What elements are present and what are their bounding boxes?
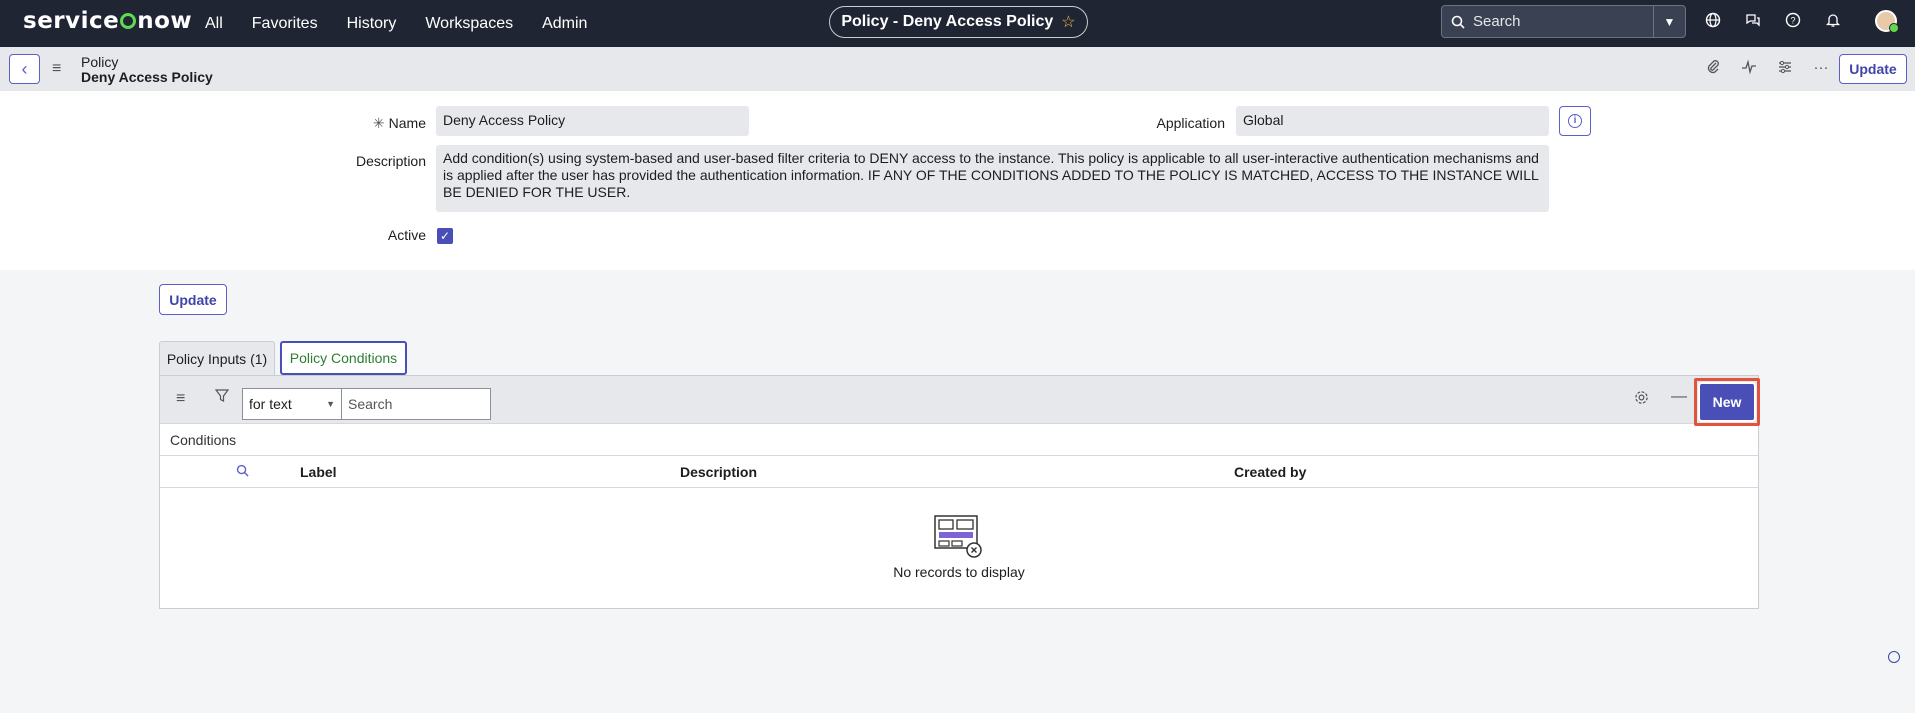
list-menu-icon[interactable]: ≡	[176, 390, 185, 408]
svg-text:?: ?	[1790, 16, 1795, 26]
conditions-list: ≡ for text ▼ Search — New Conditions Lab…	[159, 375, 1760, 609]
column-header-label[interactable]: Label	[300, 464, 337, 480]
tab-policy-conditions[interactable]: Policy Conditions	[280, 341, 407, 375]
help-icon[interactable]: ?	[1783, 10, 1803, 30]
attachment-icon[interactable]	[1704, 59, 1722, 79]
list-search-input[interactable]: Search	[341, 388, 491, 420]
nav-admin[interactable]: Admin	[542, 15, 587, 33]
update-button-header[interactable]: Update	[1839, 54, 1907, 84]
record-name: Deny Access Policy	[81, 69, 213, 85]
settings-sliders-icon[interactable]	[1776, 59, 1794, 79]
column-header-created-by[interactable]: Created by	[1234, 464, 1306, 480]
servicenow-logo[interactable]: service now	[23, 8, 192, 34]
back-button[interactable]: ‹	[9, 54, 40, 84]
name-field[interactable]: Deny Access Policy	[436, 106, 749, 136]
list-column-headers: Label Description Created by	[160, 455, 1758, 488]
nav-favorites[interactable]: Favorites	[252, 15, 318, 33]
empty-state-text: No records to display	[893, 564, 1025, 580]
application-info-button[interactable]: i	[1559, 106, 1591, 136]
response-time-icon[interactable]	[1888, 651, 1900, 663]
list-toolbar: ≡ for text ▼ Search — New	[160, 376, 1760, 426]
activity-icon[interactable]	[1740, 59, 1758, 79]
select-caret-icon: ▼	[326, 399, 335, 409]
more-options-icon[interactable]: ···	[1812, 59, 1830, 79]
name-label: ✳ Name	[372, 115, 426, 131]
new-button[interactable]: New	[1698, 382, 1756, 422]
nav-history[interactable]: History	[347, 15, 397, 33]
nav-workspaces[interactable]: Workspaces	[425, 15, 513, 33]
nav-all[interactable]: All	[205, 15, 223, 33]
global-search[interactable]: Search ▼	[1441, 5, 1686, 38]
search-dropdown-icon[interactable]: ▼	[1653, 6, 1685, 37]
chat-icon[interactable]	[1743, 10, 1763, 30]
context-menu-icon[interactable]: ≡	[52, 60, 61, 78]
application-label: Application	[1156, 115, 1226, 131]
global-search-input[interactable]: Search	[1473, 13, 1521, 30]
collapse-list-icon[interactable]: —	[1671, 388, 1687, 406]
application-field[interactable]: Global	[1236, 106, 1549, 136]
user-avatar[interactable]	[1875, 10, 1899, 33]
policy-form: ✳ Name Deny Access Policy Application Glo…	[0, 91, 1915, 270]
list-settings-gear-icon[interactable]	[1634, 390, 1649, 409]
notifications-bell-icon[interactable]	[1823, 10, 1843, 30]
globe-icon[interactable]	[1703, 10, 1723, 30]
tab-policy-inputs[interactable]: Policy Inputs (1)	[159, 341, 275, 375]
record-title-pill[interactable]: Policy - Deny Access Policy ☆	[829, 6, 1088, 38]
chevron-left-icon: ‹	[21, 58, 28, 79]
description-field[interactable]: Add condition(s) using system-based and …	[436, 145, 1549, 212]
info-icon: i	[1568, 114, 1582, 128]
record-title: Policy - Deny Access Policy	[841, 13, 1054, 30]
update-button[interactable]: Update	[159, 284, 227, 315]
filter-icon[interactable]	[214, 389, 230, 407]
required-asterisk-icon: ✳	[372, 115, 385, 131]
search-column-select[interactable]: for text ▼	[242, 388, 342, 420]
description-label: Description	[355, 153, 426, 169]
top-navigation: service now All Favorites History Workspa…	[0, 0, 1915, 47]
record-type: Policy	[81, 54, 119, 70]
active-label: Active	[387, 227, 426, 243]
column-search-icon[interactable]	[236, 464, 249, 480]
active-checkbox[interactable]: ✓	[437, 228, 453, 244]
nav-links: All Favorites History Workspaces Admin	[205, 0, 616, 47]
record-header-icons: ···	[1704, 59, 1830, 79]
top-icons: ?	[1703, 10, 1843, 30]
no-records-icon	[934, 515, 982, 558]
record-header: ‹ ≡ Policy Deny Access Policy ··· Update	[0, 47, 1915, 91]
search-icon	[1451, 15, 1465, 29]
search-column-value: for text	[249, 396, 292, 412]
column-header-description[interactable]: Description	[680, 464, 757, 480]
favorite-star-icon[interactable]: ☆	[1061, 12, 1075, 32]
list-title: Conditions	[170, 432, 237, 448]
